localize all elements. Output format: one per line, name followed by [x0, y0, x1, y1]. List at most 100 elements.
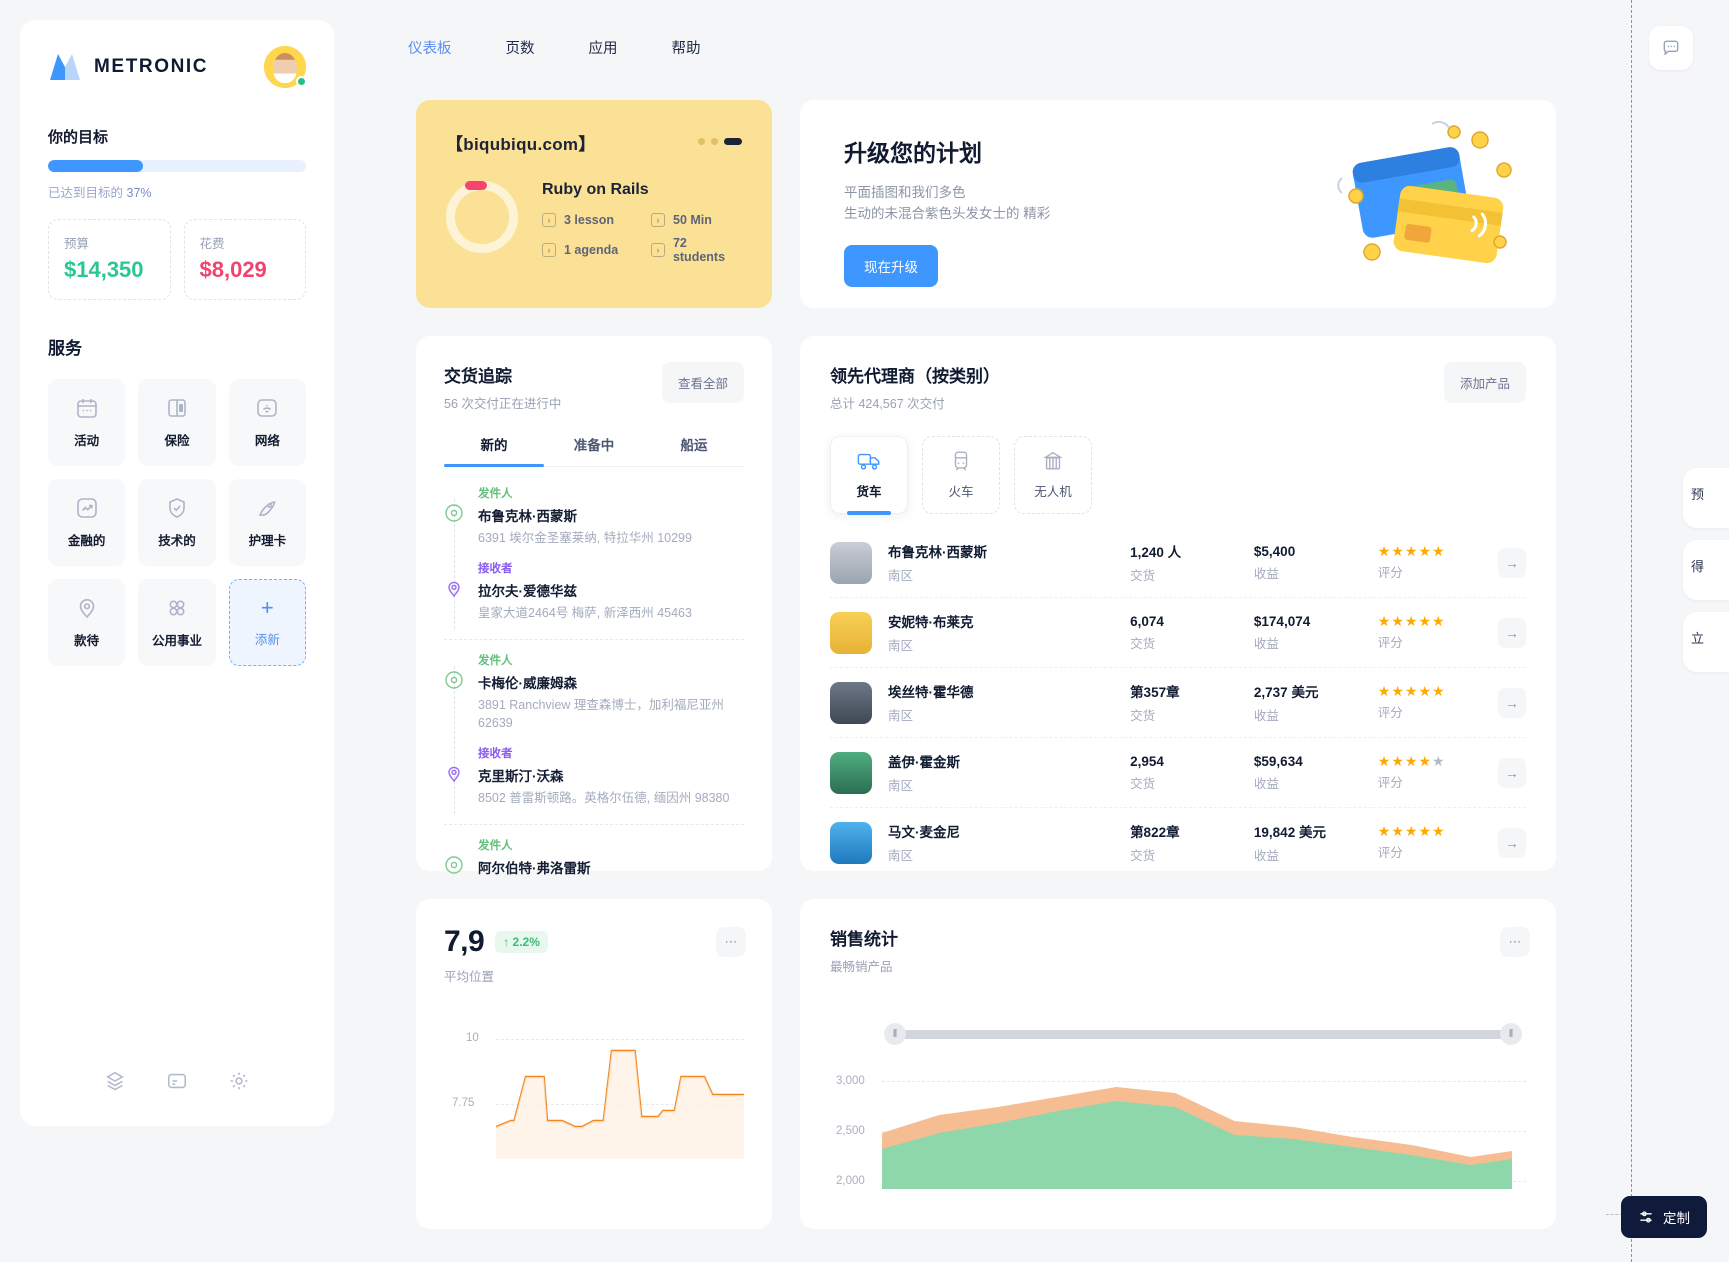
- services-title: 服务: [48, 339, 82, 358]
- nav-apps[interactable]: 应用: [579, 33, 628, 62]
- more-horizontal-icon[interactable]: ⋯: [716, 927, 746, 957]
- from-label: 发件人: [478, 654, 513, 667]
- upgrade-now-button[interactable]: 现在升级: [844, 244, 938, 287]
- agents-header: 领先代理商（按类别） 总计 424,567 次交付 添加产品: [830, 362, 1526, 412]
- category-truck[interactable]: 货车: [830, 436, 908, 515]
- avatar[interactable]: [264, 46, 307, 88]
- from-name: 卡梅伦·威廉姆森: [478, 675, 577, 691]
- course-info: Ruby on Rails › 3 lesson › 50 Min › 1 ag…: [542, 181, 742, 264]
- service-label: 技术的: [158, 534, 196, 548]
- edge-card-partial-3[interactable]: 立: [1683, 612, 1729, 672]
- edge-card-text: 得: [1691, 559, 1705, 574]
- nav-dashboard[interactable]: 仪表板: [398, 33, 462, 62]
- service-financial[interactable]: 金融的: [48, 479, 126, 566]
- agent-identity: 安妮特·布莱克 南区: [888, 611, 1130, 654]
- row-arrow-button[interactable]: →: [1497, 617, 1526, 648]
- star-icon: ★: [1432, 823, 1445, 839]
- delivery-label: 交货: [1130, 569, 1156, 583]
- edge-card-partial-2[interactable]: 得: [1683, 540, 1729, 600]
- agent-delivery: 第357章 交货: [1130, 681, 1254, 724]
- row-arrow-button[interactable]: →: [1497, 687, 1526, 718]
- tab-new[interactable]: 新的: [444, 434, 544, 467]
- row-arrow-button[interactable]: →: [1497, 827, 1526, 858]
- service-network[interactable]: 网络: [228, 379, 306, 466]
- container-icon: [1043, 451, 1063, 470]
- slider-handle-right[interactable]: ‖: [1500, 1023, 1522, 1045]
- service-label: 金融的: [67, 534, 106, 548]
- shipment-item: 发件人 布鲁克林·西蒙斯 6391 埃尔金圣塞莱纳, 特拉华州 10299 接收…: [444, 473, 744, 629]
- pager-dot-active[interactable]: [724, 138, 742, 145]
- delivery-value: 1,240 人: [1130, 545, 1182, 560]
- course-meta: › 3 lesson › 50 Min › 1 agenda › 72 stud…: [542, 213, 742, 264]
- brand[interactable]: METRONIC: [48, 52, 208, 82]
- revenue-value: $59,634: [1253, 753, 1303, 769]
- table-row[interactable]: 马文·麦金尼 南区 第822章 交货 19,842 美元 收益 ★ ★ ★ ★ …: [830, 808, 1526, 877]
- layers-icon[interactable]: [104, 1070, 126, 1092]
- table-row[interactable]: 埃丝特·霍华德 南区 第357章 交货 2,737 美元 收益 ★ ★ ★ ★ …: [830, 668, 1526, 738]
- table-row[interactable]: 安妮特·布莱克 南区 6,074 交货 $174,074 收益 ★ ★ ★ ★ …: [830, 598, 1526, 668]
- tab-shipping[interactable]: 船运: [644, 434, 744, 466]
- service-care-card[interactable]: 护理卡: [228, 479, 306, 566]
- customize-button[interactable]: 定制: [1621, 1196, 1707, 1238]
- nav-help[interactable]: 帮助: [662, 33, 711, 62]
- col-left-top: 【biqubiqu.com】 Ruby on Rails › 3 lesson …: [416, 100, 772, 308]
- online-status-dot: [296, 76, 307, 87]
- agent-revenue: $174,074 收益: [1254, 614, 1378, 652]
- delivery-value: 6,074: [1130, 613, 1164, 629]
- plus-icon: +: [260, 595, 274, 620]
- service-hospitality[interactable]: 款待: [48, 579, 126, 666]
- sales-title: 销售统计: [830, 930, 898, 949]
- service-technical[interactable]: 技术的: [138, 479, 216, 566]
- category-train[interactable]: 火车: [922, 436, 1000, 514]
- agent-rating: ★ ★ ★ ★ ★ 评分: [1378, 544, 1498, 581]
- delivery-value: 2,954: [1130, 753, 1164, 769]
- sales-range-slider[interactable]: ‖ ‖: [830, 1023, 1526, 1045]
- agent-revenue: $5,400 收益: [1254, 544, 1378, 582]
- agent-revenue: 19,842 美元 收益: [1254, 821, 1378, 864]
- trending-up-icon: [76, 498, 97, 518]
- slider-handle-left[interactable]: ‖: [884, 1023, 906, 1045]
- course-pager[interactable]: [698, 138, 742, 145]
- agent-rating: ★ ★ ★ ★ ★ 评分: [1378, 614, 1498, 651]
- pager-dot[interactable]: [711, 138, 718, 145]
- sidebar-footer: [48, 1070, 306, 1126]
- delivery-label: 交货: [1130, 776, 1156, 791]
- calendar-icon: [76, 399, 97, 418]
- slider-track[interactable]: [890, 1030, 1516, 1039]
- view-all-button[interactable]: 查看全部: [661, 362, 744, 403]
- star-icon: ★: [1418, 683, 1431, 699]
- add-product-button[interactable]: 添加产品: [1443, 362, 1526, 403]
- delivery-tracking-card: 交货追踪 56 次交付正在进行中 查看全部 新的 准备中 船运 发件人 布鲁克林…: [416, 336, 772, 876]
- goal-progress-bar: [48, 160, 306, 172]
- tracking-subtitle: 56 次交付正在进行中: [444, 397, 562, 411]
- row-arrow-button[interactable]: →: [1497, 547, 1526, 578]
- service-label: 活动: [74, 434, 100, 448]
- tab-preparing[interactable]: 准备中: [544, 434, 644, 466]
- nav-pages[interactable]: 页数: [496, 33, 545, 62]
- agent-region: 南区: [888, 779, 914, 793]
- destination-pin-icon: [448, 766, 460, 783]
- shipment-item: 发件人 卡梅伦·威廉姆森 3891 Ranchview 理查森博士，加利福尼亚州…: [444, 640, 744, 814]
- star-icon: ★: [1418, 753, 1431, 769]
- grid-dots-icon: [169, 600, 185, 616]
- chat-button[interactable]: [1649, 26, 1693, 70]
- category-drone[interactable]: 无人机: [1014, 436, 1092, 514]
- origin-circle-icon: [445, 670, 463, 689]
- star-icon: ★: [1377, 543, 1391, 559]
- row-arrow-button[interactable]: →: [1497, 757, 1526, 788]
- edge-card-partial-1[interactable]: 预: [1683, 468, 1729, 528]
- service-add-new[interactable]: + 添新: [228, 579, 306, 666]
- table-row[interactable]: 盖伊·霍金斯 南区 2,954 交货 $59,634 收益 ★ ★ ★ ★ ★ …: [830, 738, 1526, 808]
- from-label: 发件人: [478, 488, 513, 500]
- service-insurance[interactable]: 保险: [138, 379, 216, 466]
- service-activity[interactable]: 活动: [48, 379, 126, 466]
- category-label: 无人机: [1034, 485, 1072, 499]
- service-utilities[interactable]: 公用事业: [138, 579, 216, 666]
- more-horizontal-icon[interactable]: ⋯: [1500, 927, 1530, 957]
- pager-dot[interactable]: [698, 138, 705, 145]
- note-icon[interactable]: [166, 1070, 188, 1092]
- to-label: 接收者: [478, 562, 513, 575]
- agent-delivery: 6,074 交货: [1130, 614, 1254, 652]
- gear-icon[interactable]: [228, 1070, 250, 1092]
- table-row[interactable]: 布鲁克林·西蒙斯 南区 1,240 人 交货 $5,400 收益 ★ ★ ★ ★…: [830, 528, 1526, 598]
